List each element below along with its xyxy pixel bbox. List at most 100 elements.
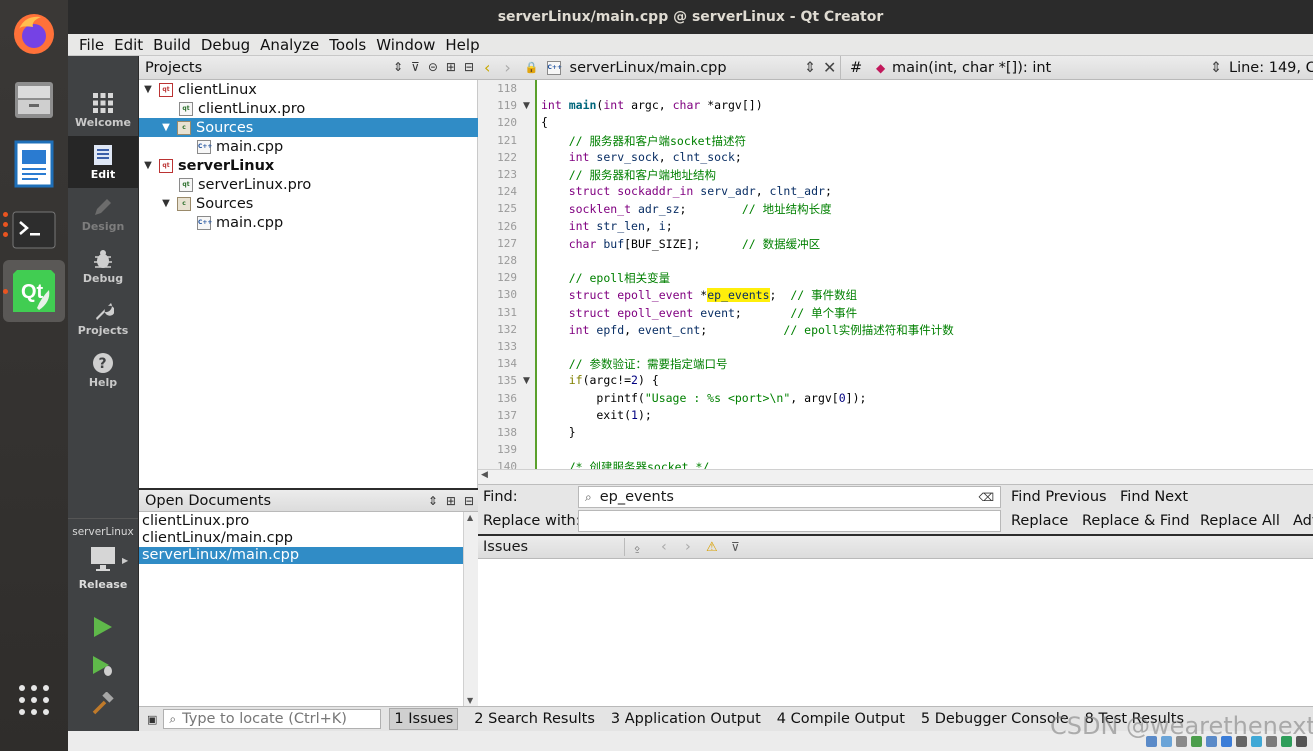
back-arrow-icon[interactable]: ‹ [484, 58, 490, 77]
tab-debugger-console[interactable]: 5 Debugger Console [921, 711, 1069, 727]
link-icon[interactable]: ⊝ [428, 60, 438, 74]
file-select-arrows-icon[interactable]: ⇕ [804, 60, 816, 76]
next-arrow-icon[interactable]: › [685, 539, 691, 555]
close-panel-icon[interactable]: ⊟ [464, 60, 474, 74]
run-button[interactable] [68, 607, 138, 647]
tree-item-serverLinux-pro[interactable]: qt serverLinux.pro [139, 175, 478, 194]
mode-help[interactable]: ? Help [68, 344, 138, 396]
open-doc-item-selected[interactable]: serverLinux/main.cpp [139, 547, 463, 564]
sort-updown-icon[interactable]: ⇕ [428, 494, 438, 508]
writer-icon[interactable] [10, 140, 58, 188]
tab-issues[interactable]: 1 Issues [389, 708, 459, 730]
open-doc-item[interactable]: clientLinux.pro [139, 513, 463, 530]
mode-projects[interactable]: Projects [68, 292, 138, 344]
menu-analyze[interactable]: Analyze [260, 36, 319, 54]
kit-selector[interactable]: ▶ Release [68, 544, 138, 598]
divider [68, 518, 138, 519]
close-panel-icon[interactable]: ⊟ [464, 494, 474, 508]
terminal-icon[interactable] [10, 206, 58, 254]
menu-file[interactable]: File [79, 36, 104, 54]
scroll-left-icon[interactable]: ◀ [481, 470, 488, 480]
lock-icon[interactable]: 🔒 [525, 61, 539, 74]
collapse-arrow-icon[interactable]: ▼ [142, 160, 154, 171]
files-icon[interactable] [10, 76, 58, 124]
project-icon: qt [159, 158, 173, 173]
toggle-sidebar-icon[interactable]: ▣ [147, 713, 157, 726]
replace-find-button[interactable]: Replace & Find [1082, 513, 1190, 529]
mode-design[interactable]: Design [68, 188, 138, 240]
symbol-selector[interactable]: main(int, char *[]): int [892, 60, 1051, 76]
tab-compile-output[interactable]: 4 Compile Output [777, 711, 905, 727]
filter-icon[interactable]: ⊽ [411, 60, 420, 74]
menu-debug[interactable]: Debug [201, 36, 250, 54]
line-number: 133 [497, 340, 517, 353]
replace-input[interactable] [578, 510, 1001, 532]
mode-welcome[interactable]: Welcome [68, 84, 138, 136]
debug-run-button[interactable] [68, 646, 138, 686]
menu-build[interactable]: Build [153, 36, 191, 54]
sort-updown-icon[interactable]: ⇕ [393, 60, 403, 74]
find-next-button[interactable]: Find Next [1120, 489, 1188, 505]
advanced-button[interactable]: Adv [1293, 513, 1313, 529]
tree-item-clientLinux-pro[interactable]: qt clientLinux.pro [139, 99, 478, 118]
prev-arrow-icon[interactable]: ‹ [661, 539, 667, 555]
tree-item-sources[interactable]: ▼ c Sources [139, 118, 478, 137]
build-button[interactable] [68, 684, 138, 724]
app-grid-icon[interactable] [10, 676, 58, 724]
open-documents-list: clientLinux.pro clientLinux/main.cpp ser… [139, 512, 478, 706]
vertical-scrollbar[interactable]: ▲ ▼ [463, 512, 478, 706]
editor-file-name[interactable]: serverLinux/main.cpp [570, 60, 727, 76]
split-icon[interactable]: ⊞ [446, 60, 456, 74]
warning-icon[interactable]: ⚠ [706, 540, 718, 555]
forward-arrow-icon[interactable]: › [504, 58, 510, 77]
tree-item-serverLinux[interactable]: ▼ qt serverLinux [139, 156, 478, 175]
firefox-icon[interactable] [10, 10, 58, 58]
find-value: ep_events [599, 489, 674, 505]
close-file-icon[interactable]: ✕ [823, 58, 836, 77]
replace-button[interactable]: Replace [1011, 513, 1068, 529]
symbol-hash[interactable]: # [850, 60, 862, 76]
menu-tools[interactable]: Tools [329, 36, 366, 54]
cpp-file-icon: C++ [197, 139, 212, 154]
clear-input-icon[interactable]: ⌫ [978, 491, 994, 504]
scroll-down-icon[interactable]: ▼ [467, 696, 473, 705]
divider [624, 538, 625, 556]
tree-item-main-cpp[interactable]: C++ main.cpp [139, 213, 478, 232]
qt-creator-icon[interactable]: Qt [10, 267, 58, 315]
horizontal-scrollbar[interactable]: ◀ [478, 469, 1313, 484]
edit-doc-icon [94, 144, 112, 165]
collapse-arrow-icon[interactable]: ▼ [160, 122, 172, 133]
code-editor[interactable]: 118 119 ▼ 120 121 122 123 124 125 126 127 128 129 130… [478, 80, 1313, 469]
code-line: /* 创建服务器socket */ [568, 460, 710, 469]
tree-item-clientLinux[interactable]: ▼ qt clientLinux [139, 80, 478, 99]
mode-edit[interactable]: Edit [68, 136, 138, 188]
symbol-select-arrows-icon[interactable]: ⇕ [1210, 60, 1222, 76]
collapse-arrow-icon[interactable]: ▼ [142, 84, 154, 95]
clean-icon[interactable]: ⍚ [634, 540, 641, 555]
menu-edit[interactable]: Edit [114, 36, 143, 54]
tree-label: clientLinux.pro [198, 100, 306, 117]
tab-search-results[interactable]: 2 Search Results [474, 711, 595, 727]
code-line: exit(1); [541, 407, 652, 422]
find-previous-button[interactable]: Find Previous [1011, 489, 1107, 505]
tree-item-main-cpp[interactable]: C++ main.cpp [139, 137, 478, 156]
cursor-position[interactable]: Line: 149, Co [1229, 60, 1313, 76]
tab-application-output[interactable]: 3 Application Output [611, 711, 761, 727]
line-number: 119 [497, 99, 517, 113]
fold-marker-icon[interactable]: ▼ [523, 376, 530, 386]
filter-icon[interactable]: ⊽ [731, 540, 740, 554]
scroll-up-icon[interactable]: ▲ [467, 513, 473, 522]
locator-input[interactable]: ⌕ Type to locate (Ctrl+K) [163, 709, 382, 729]
menu-help[interactable]: Help [445, 36, 479, 54]
collapse-arrow-icon[interactable]: ▼ [160, 198, 172, 209]
menu-window[interactable]: Window [376, 36, 435, 54]
tree-item-sources[interactable]: ▼ c Sources [139, 194, 478, 213]
mode-debug[interactable]: Debug [68, 240, 138, 292]
fold-marker-icon[interactable]: ▼ [523, 101, 530, 111]
replace-all-button[interactable]: Replace All [1200, 513, 1280, 529]
find-input[interactable]: ⌕ ep_events ⌫ [578, 486, 1001, 508]
split-icon[interactable]: ⊞ [446, 494, 456, 508]
running-dot [3, 232, 8, 237]
open-doc-item[interactable]: clientLinux/main.cpp [139, 530, 463, 547]
search-icon[interactable]: ⌕ [585, 490, 592, 505]
